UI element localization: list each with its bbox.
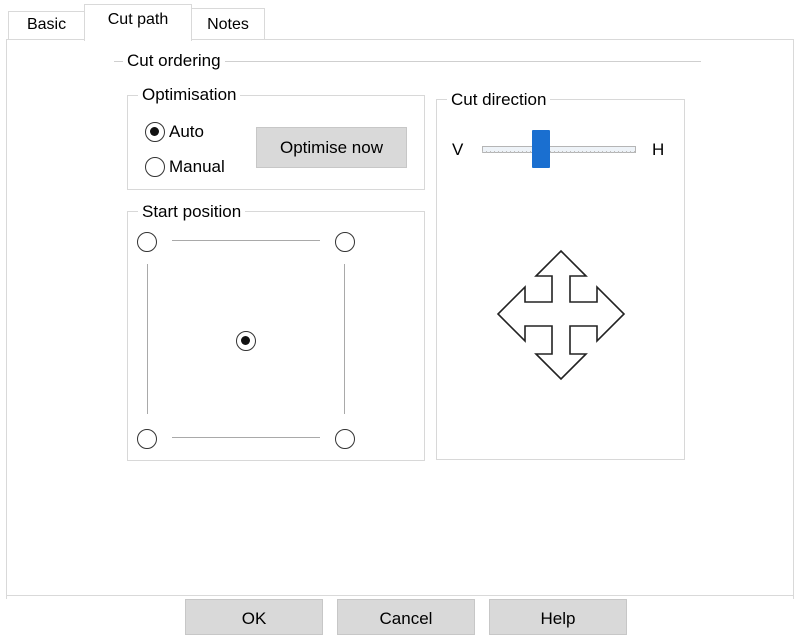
start-bottom-left-radio[interactable]	[137, 429, 157, 449]
start-top-left-radio[interactable]	[137, 232, 157, 252]
tab-basic-label: Basic	[26, 16, 67, 33]
move-arrows-icon	[496, 249, 626, 381]
tab-basic[interactable]: Basic	[8, 11, 85, 40]
start-top-right-radio[interactable]	[335, 232, 355, 252]
tab-cut-path[interactable]: Cut path	[84, 4, 192, 41]
direction-slider-ticks	[482, 151, 636, 153]
start-bottom-line	[172, 437, 320, 438]
start-position-group	[127, 211, 425, 461]
auto-radio[interactable]	[145, 122, 165, 142]
ok-button[interactable]: OK	[185, 599, 323, 635]
tab-cut-path-label: Cut path	[107, 11, 169, 28]
start-center-radio[interactable]	[236, 331, 256, 351]
slider-h-label: H	[652, 140, 665, 159]
help-button[interactable]: Help	[489, 599, 627, 635]
cancel-button[interactable]: Cancel	[337, 599, 475, 635]
slider-v-label: V	[452, 140, 464, 159]
start-position-legend: Start position	[138, 202, 246, 222]
manual-label: Manual	[169, 157, 225, 176]
start-top-line	[172, 240, 320, 241]
panel-bottom-border	[6, 595, 794, 596]
start-bottom-right-radio[interactable]	[335, 429, 355, 449]
optimisation-legend: Optimisation	[138, 85, 241, 105]
tab-notes[interactable]: Notes	[191, 8, 265, 40]
cut-direction-legend: Cut direction	[447, 90, 551, 110]
optimise-now-button[interactable]: Optimise now	[256, 127, 407, 168]
cut-ordering-legend: Cut ordering	[123, 51, 225, 71]
direction-slider-thumb[interactable]	[532, 130, 550, 168]
start-left-line	[147, 264, 148, 414]
auto-label: Auto	[169, 122, 204, 141]
tab-notes-label: Notes	[207, 16, 249, 33]
start-right-line	[344, 264, 345, 414]
manual-radio[interactable]	[145, 157, 165, 177]
